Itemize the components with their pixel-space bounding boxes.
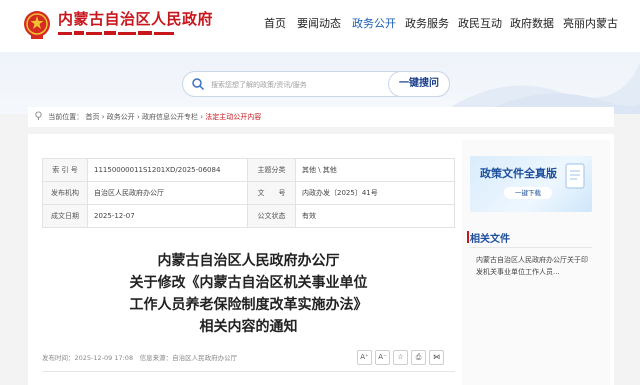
document-title: 内蒙古自治区人民政府办公厅 关于修改《内蒙古自治区机关事业单位 工作人员养老保险…	[42, 250, 455, 338]
table-row: 索 引 号 11150000011S1201XD/2025-06084 主题分类…	[42, 158, 455, 182]
search-box: 一键搜问	[182, 71, 450, 97]
value-index-no: 11150000011S1201XD/2025-06084	[87, 158, 248, 182]
value-subject: 其他 \ 其他	[295, 158, 455, 182]
label-status: 公文状态	[247, 204, 296, 228]
font-increase-button[interactable]: A⁺	[357, 350, 372, 365]
print-button[interactable]: ⎙	[411, 350, 426, 365]
font-decrease-button[interactable]: A⁻	[375, 350, 390, 365]
breadcrumb-item-current[interactable]: 法定主动公开内容	[205, 113, 261, 121]
nav-item-news[interactable]: 要闻动态	[297, 15, 341, 31]
document-title-line: 内蒙古自治区人民政府办公厅	[157, 253, 340, 269]
label-index-no: 索 引 号	[42, 158, 88, 182]
breadcrumb-item-home[interactable]: 首页	[85, 113, 99, 121]
location-pin-icon	[35, 111, 42, 120]
breadcrumb: 当前位置： 首页 › 政务公开 › 政府信息公开专栏 › 法定主动公开内容	[28, 107, 614, 127]
label-doc-no: 文 号	[247, 181, 296, 205]
main-nav: 首页 要闻动态 政务公开 政务服务 政民互动 政府数据 亮丽内蒙古	[0, 15, 640, 35]
label-subject: 主题分类	[247, 158, 296, 182]
related-files-heading: 相关文件	[470, 234, 510, 245]
related-heading-accent	[467, 231, 469, 243]
search-banner: 一键搜问	[0, 52, 640, 114]
nav-item-gov-open[interactable]: 政务公开	[352, 15, 396, 31]
publish-info: 发布时间：2025-12-09 17:08 信息来源：自治区人民政府办公厅	[42, 354, 238, 362]
value-doc-no: 内政办发〔2025〕41号	[295, 181, 455, 205]
banner-decoration	[440, 62, 640, 114]
favorite-button[interactable]: ☆	[393, 350, 408, 365]
value-status: 有效	[295, 204, 455, 228]
breadcrumb-prefix: 当前位置：	[48, 113, 84, 121]
share-button[interactable]: ⋈	[429, 350, 444, 365]
document-title-line: 工作人员养老保险制度改革实施办法》	[129, 297, 368, 313]
breadcrumb-item-gov-open[interactable]: 政务公开	[107, 113, 135, 121]
divider	[42, 371, 455, 372]
search-button[interactable]: 一键搜问	[388, 71, 450, 97]
document-illustration-icon	[565, 163, 585, 189]
related-file-link[interactable]: 内蒙古自治区人民政府办公厅关于印发机关事业单位工作人员...	[476, 254, 592, 278]
search-input[interactable]	[211, 78, 371, 92]
table-row: 发布机构 自治区人民政府办公厅 文 号 内政办发〔2025〕41号	[42, 181, 455, 205]
site-header: 内蒙古自治区人民政府 首页 要闻动态 政务公开 政务服务 政民互动 政府数据 亮…	[0, 0, 640, 52]
breadcrumb-item-info-column[interactable]: 政府信息公开专栏	[142, 113, 198, 121]
nav-item-gov-service[interactable]: 政务服务	[405, 15, 449, 31]
value-written-date: 2025-12-07	[87, 204, 248, 228]
document-info-table: 索 引 号 11150000011S1201XD/2025-06084 主题分类…	[42, 158, 455, 228]
document-title-line: 相关内容的通知	[199, 319, 298, 335]
nav-item-beautiful-nmg[interactable]: 亮丽内蒙古	[563, 15, 618, 31]
document-title-line: 关于修改《内蒙古自治区机关事业单位	[129, 275, 368, 291]
nav-item-data[interactable]: 政府数据	[510, 15, 554, 31]
nav-item-home[interactable]: 首页	[264, 15, 286, 31]
promo-title: 政策文件全真版	[480, 167, 557, 180]
value-publisher: 自治区人民政府办公厅	[87, 181, 248, 205]
search-icon	[192, 78, 205, 91]
label-publisher: 发布机构	[42, 181, 88, 205]
table-row: 成文日期 2025-12-07 公文状态 有效	[42, 204, 455, 228]
download-button[interactable]: 一键下载	[504, 187, 552, 199]
label-written-date: 成文日期	[42, 204, 88, 228]
policy-fulltext-promo[interactable]: 政策文件全真版 一键下载	[470, 156, 592, 212]
related-divider	[470, 247, 592, 248]
nav-item-interaction[interactable]: 政民互动	[458, 15, 502, 31]
